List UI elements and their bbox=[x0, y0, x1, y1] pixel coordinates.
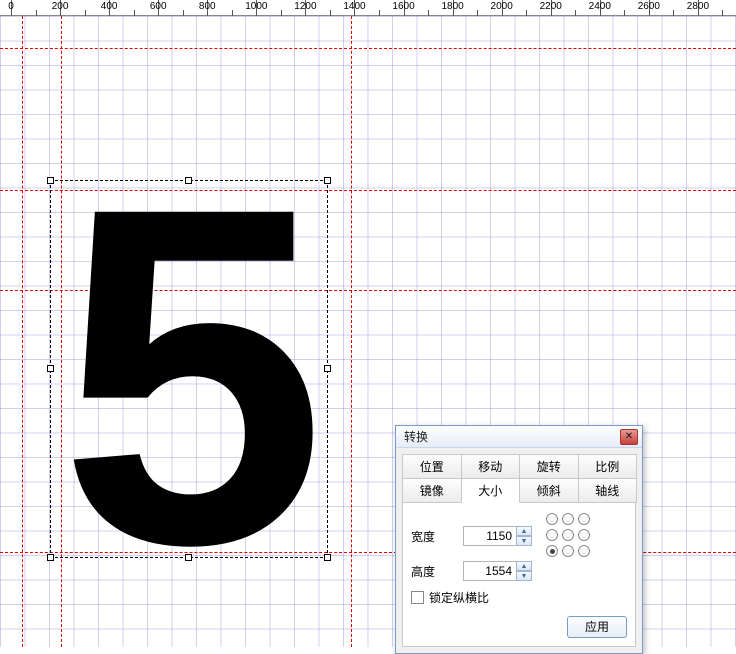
lock-aspect-label: 锁定纵横比 bbox=[429, 589, 489, 606]
tab-scale[interactable]: 比例 bbox=[578, 454, 638, 479]
tab-size[interactable]: 大小 bbox=[461, 478, 521, 503]
height-spin-down[interactable]: ▼ bbox=[516, 571, 532, 581]
tab-rotate[interactable]: 旋转 bbox=[519, 454, 579, 479]
width-input[interactable] bbox=[463, 526, 517, 546]
guide-vertical[interactable] bbox=[22, 16, 23, 647]
transform-dialog[interactable]: 转换 ✕ 位置 移动 旋转 比例 镜像 大小 倾斜 轴线 宽度 ▲ ▼ bbox=[395, 425, 643, 654]
resize-handle-s[interactable] bbox=[185, 554, 192, 561]
width-label: 宽度 bbox=[411, 528, 463, 545]
tab-mirror[interactable]: 镜像 bbox=[402, 478, 462, 503]
width-spin-up[interactable]: ▲ bbox=[516, 526, 532, 536]
dialog-titlebar[interactable]: 转换 ✕ bbox=[396, 426, 642, 448]
dialog-panel: 宽度 ▲ ▼ 高度 ▲ ▼ bbox=[402, 502, 636, 647]
height-input[interactable] bbox=[463, 561, 517, 581]
tab-move[interactable]: 移动 bbox=[461, 454, 521, 479]
ruler-label: 1200 bbox=[294, 1, 316, 12]
anchor-radio[interactable] bbox=[562, 529, 574, 541]
tab-skew[interactable]: 倾斜 bbox=[519, 478, 579, 503]
width-spin-down[interactable]: ▼ bbox=[516, 536, 532, 546]
ruler-label: 1600 bbox=[392, 1, 414, 12]
ruler-label: 2200 bbox=[540, 1, 562, 12]
guide-vertical[interactable] bbox=[351, 16, 352, 647]
height-spin-up[interactable]: ▲ bbox=[516, 561, 532, 571]
anchor-radio[interactable] bbox=[546, 513, 558, 525]
ruler-label: 1000 bbox=[245, 1, 267, 12]
anchor-grid-width bbox=[546, 513, 592, 559]
ruler-label: 800 bbox=[199, 1, 216, 12]
ruler-label: 2800 bbox=[687, 1, 709, 12]
tab-position[interactable]: 位置 bbox=[402, 454, 462, 479]
resize-handle-w[interactable] bbox=[47, 365, 54, 372]
close-button[interactable]: ✕ bbox=[620, 429, 638, 445]
anchor-radio[interactable] bbox=[578, 529, 590, 541]
resize-handle-nw[interactable] bbox=[47, 177, 54, 184]
selection-bounding-box[interactable] bbox=[50, 180, 328, 558]
ruler-label: 400 bbox=[101, 1, 118, 12]
resize-handle-se[interactable] bbox=[324, 554, 331, 561]
dialog-title: 转换 bbox=[404, 428, 428, 445]
ruler-label: 2000 bbox=[491, 1, 513, 12]
dialog-tabs: 位置 移动 旋转 比例 镜像 大小 倾斜 轴线 bbox=[396, 448, 642, 503]
ruler-label: 1800 bbox=[441, 1, 463, 12]
guide-horizontal[interactable] bbox=[0, 48, 736, 49]
anchor-radio[interactable] bbox=[546, 545, 558, 557]
ruler-label: 2400 bbox=[589, 1, 611, 12]
ruler-label: 600 bbox=[150, 1, 167, 12]
lock-aspect-checkbox[interactable] bbox=[411, 591, 424, 604]
anchor-radio[interactable] bbox=[562, 545, 574, 557]
height-label: 高度 bbox=[411, 563, 463, 580]
anchor-radio[interactable] bbox=[578, 513, 590, 525]
close-icon: ✕ bbox=[625, 431, 633, 442]
tab-axis[interactable]: 轴线 bbox=[578, 478, 638, 503]
resize-handle-n[interactable] bbox=[185, 177, 192, 184]
ruler-label: 200 bbox=[52, 1, 69, 12]
ruler-horizontal[interactable]: 0 200 400 600 800 1000 1200 1400 1600 1800 2000 220… bbox=[0, 0, 736, 16]
ruler-label: 0 bbox=[8, 1, 14, 12]
ruler-label: 2600 bbox=[638, 1, 660, 12]
resize-handle-ne[interactable] bbox=[324, 177, 331, 184]
ruler-label: 1400 bbox=[343, 1, 365, 12]
anchor-radio[interactable] bbox=[562, 513, 574, 525]
anchor-radio[interactable] bbox=[546, 529, 558, 541]
resize-handle-e[interactable] bbox=[324, 365, 331, 372]
anchor-radio[interactable] bbox=[578, 545, 590, 557]
resize-handle-sw[interactable] bbox=[47, 554, 54, 561]
apply-button[interactable]: 应用 bbox=[567, 616, 627, 638]
